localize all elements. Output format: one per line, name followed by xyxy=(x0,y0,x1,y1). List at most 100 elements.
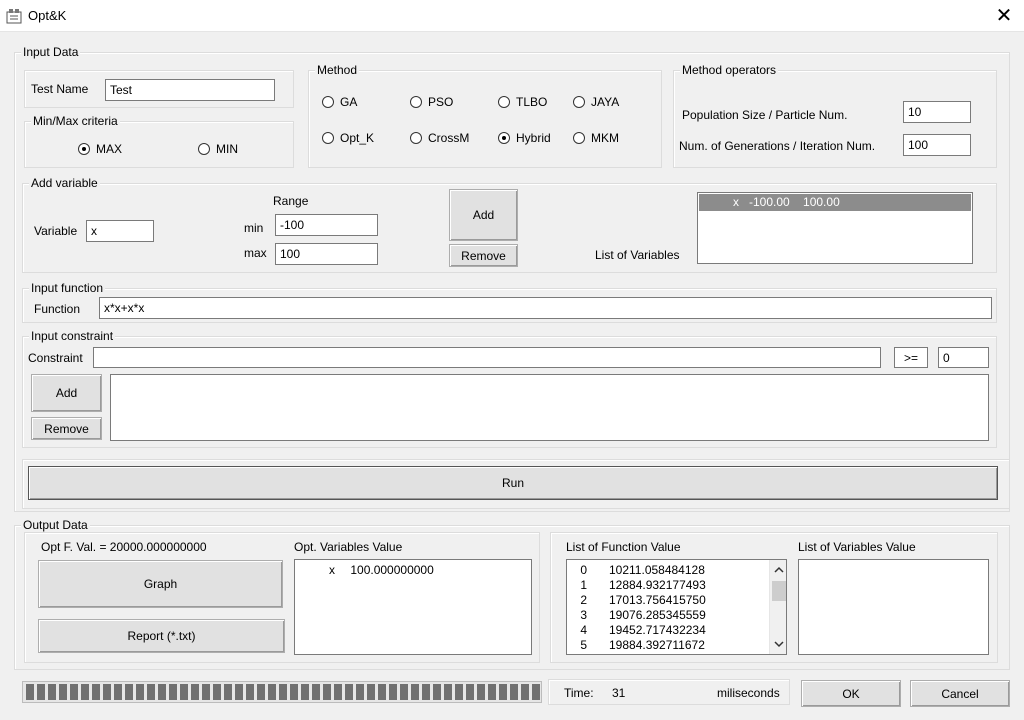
progress-segment xyxy=(312,684,320,700)
progress-segment xyxy=(202,684,210,700)
radio-method-tlbo[interactable]: TLBO xyxy=(498,95,547,109)
progress-segment xyxy=(224,684,232,700)
variable-input[interactable]: x xyxy=(86,220,154,242)
variables-listbox[interactable]: x -100.00 100.00 xyxy=(697,192,973,264)
function-legend: Input function xyxy=(29,281,106,295)
minmax-group: Min/Max criteria xyxy=(24,114,294,168)
function-value: 19884.392711672 xyxy=(609,638,705,652)
function-value-row[interactable]: 5 19884.392711672 xyxy=(567,638,705,653)
function-value-row[interactable]: 1 12884.932177493 xyxy=(567,578,706,593)
radio-method-mkm[interactable]: MKM xyxy=(573,131,619,145)
progress-segment xyxy=(510,684,518,700)
constraint-rhs-input[interactable]: 0 xyxy=(938,347,989,368)
min-input[interactable]: -100 xyxy=(275,214,378,236)
generations-input[interactable]: 100 xyxy=(903,134,971,156)
constraint-input[interactable] xyxy=(93,347,881,368)
remove-constraint-button[interactable]: Remove xyxy=(31,417,102,440)
function-value: 10211.058484128 xyxy=(609,563,705,577)
progress-segment xyxy=(433,684,441,700)
progress-segment xyxy=(268,684,276,700)
title-bar: Opt&K ✕ xyxy=(0,0,1024,32)
method-legend: Method xyxy=(315,63,360,77)
output-data-legend: Output Data xyxy=(21,518,90,532)
constraints-listbox[interactable] xyxy=(110,374,989,441)
radio-min[interactable]: MIN xyxy=(198,142,238,156)
progress-bar xyxy=(22,681,542,703)
radio-dot xyxy=(410,96,422,108)
progress-segment xyxy=(136,684,144,700)
list-of-variables-label: List of Variables xyxy=(595,248,680,262)
radio-dot xyxy=(573,132,585,144)
progress-segment xyxy=(378,684,386,700)
progress-segment xyxy=(301,684,309,700)
func-list-label: List of Function Value xyxy=(566,540,681,554)
radio-label: MKM xyxy=(591,131,619,145)
function-value: 19076.285345559 xyxy=(609,608,706,622)
window-title: Opt&K xyxy=(28,8,67,23)
max-input[interactable]: 100 xyxy=(275,243,378,265)
app-icon xyxy=(6,9,22,24)
run-button[interactable]: Run xyxy=(28,466,998,500)
progress-segment xyxy=(323,684,331,700)
close-icon[interactable]: ✕ xyxy=(990,4,1018,28)
function-values-listbox[interactable]: 0 10211.058484128 1 12884.932177493 2 17013.7… xyxy=(566,559,787,655)
progress-segment xyxy=(169,684,177,700)
constraint-label: Constraint xyxy=(28,351,83,365)
function-value-row[interactable]: 3 19076.285345559 xyxy=(567,608,706,623)
radio-label: Hybrid xyxy=(516,131,551,145)
progress-segment xyxy=(246,684,254,700)
progress-segment xyxy=(521,684,529,700)
radio-max-dot xyxy=(78,143,90,155)
function-value: 12884.932177493 xyxy=(609,578,706,592)
progress-segment xyxy=(158,684,166,700)
variable-label: Variable xyxy=(34,224,78,238)
function-value-row[interactable]: 2 17013.756415750 xyxy=(567,593,705,608)
remove-variable-button[interactable]: Remove xyxy=(449,244,518,267)
function-value-row[interactable]: 0 10211.058484128 xyxy=(567,563,705,578)
test-name-label: Test Name xyxy=(31,82,89,96)
scroll-thumb[interactable] xyxy=(772,581,786,601)
progress-fill xyxy=(23,682,541,702)
progress-segment xyxy=(48,684,56,700)
function-input[interactable]: x*x+x*x xyxy=(99,297,992,319)
add-constraint-button[interactable]: Add xyxy=(31,374,102,412)
opt-vars-listbox[interactable]: x 100.000000000 xyxy=(294,559,532,655)
progress-segment xyxy=(422,684,430,700)
radio-method-jaya[interactable]: JAYA xyxy=(573,95,619,109)
progress-segment xyxy=(499,684,507,700)
radio-method-ga[interactable]: GA xyxy=(322,95,357,109)
progress-segment xyxy=(213,684,221,700)
radio-method-pso[interactable]: PSO xyxy=(410,95,453,109)
cancel-button[interactable]: Cancel xyxy=(910,680,1010,707)
radio-max-label: MAX xyxy=(96,142,123,156)
graph-button[interactable]: Graph xyxy=(38,560,283,608)
function-values-scrollbar[interactable] xyxy=(769,560,787,654)
radio-max[interactable]: MAX xyxy=(78,142,122,156)
test-name-input[interactable]: Test xyxy=(105,79,275,101)
radio-dot xyxy=(410,132,422,144)
progress-segment xyxy=(59,684,67,700)
radio-method-crossm[interactable]: CrossM xyxy=(410,131,469,145)
constraint-legend: Input constraint xyxy=(29,329,116,343)
ok-button[interactable]: OK xyxy=(801,680,901,707)
scroll-down-icon[interactable] xyxy=(770,636,787,652)
scroll-up-icon[interactable] xyxy=(770,562,787,578)
function-value-row[interactable]: 4 19452.717432234 xyxy=(567,623,705,638)
radio-dot xyxy=(573,96,585,108)
variables-values-listbox[interactable] xyxy=(798,559,989,655)
radio-label: TLBO xyxy=(516,95,548,109)
report-button[interactable]: Report (*.txt) xyxy=(38,619,285,653)
radio-dot xyxy=(322,96,334,108)
add-variable-button[interactable]: Add xyxy=(449,189,518,241)
progress-segment xyxy=(180,684,188,700)
constraint-operator-select[interactable]: >= xyxy=(894,347,928,368)
variable-list-item[interactable]: x -100.00 100.00 xyxy=(699,194,971,211)
progress-segment xyxy=(81,684,89,700)
radio-method-hybrid[interactable]: Hybrid xyxy=(498,131,551,145)
function-value-index: 3 xyxy=(580,608,587,622)
vars-list-label: List of Variables Value xyxy=(798,540,916,554)
population-input[interactable]: 10 xyxy=(903,101,971,123)
progress-segment xyxy=(444,684,452,700)
radio-method-opt-k[interactable]: Opt_K xyxy=(322,131,374,145)
progress-segment xyxy=(334,684,342,700)
